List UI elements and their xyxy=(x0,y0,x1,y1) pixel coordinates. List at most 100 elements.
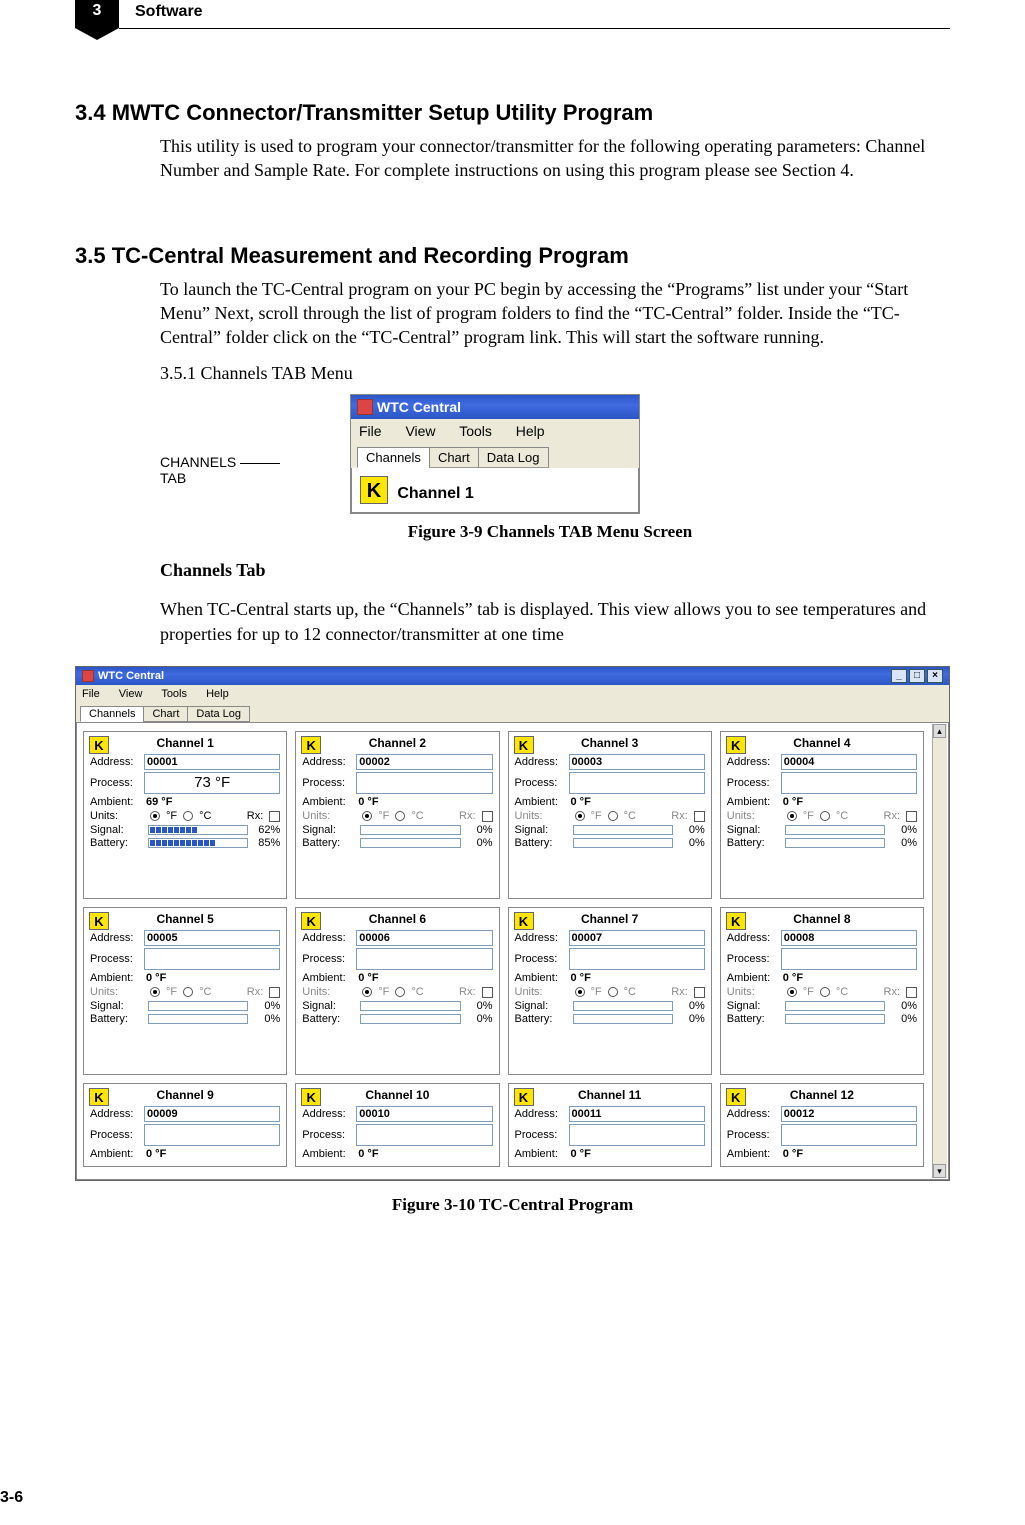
radio-degc[interactable] xyxy=(395,811,405,821)
minimize-button[interactable]: _ xyxy=(891,669,907,683)
page-number: 3-6 xyxy=(0,1489,23,1507)
signal-bar xyxy=(785,1001,885,1011)
radio-degc[interactable] xyxy=(820,987,830,997)
section-3-5-body: To launch the TC-Central program on your… xyxy=(160,277,940,350)
signal-label: Signal: xyxy=(302,824,356,836)
tab-datalog[interactable]: Data Log xyxy=(478,447,549,468)
tab-channels[interactable]: Channels xyxy=(357,447,430,468)
battery-bar xyxy=(360,838,460,848)
signal-pct: 0% xyxy=(252,1000,280,1012)
battery-bar xyxy=(573,838,673,848)
address-label: Address: xyxy=(90,1108,144,1120)
radio-degc[interactable] xyxy=(820,811,830,821)
channel-card: KChannel 8Address:00008Process:Ambient:0… xyxy=(720,907,924,1075)
radio-degf[interactable] xyxy=(150,987,160,997)
figure-3-10-caption: Figure 3-10 TC-Central Program xyxy=(75,1195,950,1215)
maximize-button[interactable]: □ xyxy=(909,669,925,683)
ambient-value: 0 °F xyxy=(358,796,378,808)
tab-chart[interactable]: Chart xyxy=(429,447,479,468)
rx-checkbox[interactable] xyxy=(906,987,917,998)
address-label: Address: xyxy=(302,756,356,768)
channel-name: Channel 12 xyxy=(790,1088,854,1102)
close-button[interactable]: × xyxy=(927,669,943,683)
degc-label: °C xyxy=(411,810,423,822)
callout-line1: CHANNELS xyxy=(160,454,236,470)
thermocouple-type-icon: K xyxy=(301,912,321,930)
tab-datalog[interactable]: Data Log xyxy=(187,706,250,722)
menu-file[interactable]: File xyxy=(359,423,382,439)
rx-checkbox[interactable] xyxy=(906,811,917,822)
signal-bar xyxy=(148,1001,248,1011)
channel-card: KChannel 4Address:00004Process:Ambient:0… xyxy=(720,731,924,899)
radio-degf[interactable] xyxy=(575,811,585,821)
ambient-value: 0 °F xyxy=(358,1148,378,1160)
channel-name: Channel 10 xyxy=(365,1088,429,1102)
menu-tools[interactable]: Tools xyxy=(161,688,187,700)
radio-degf[interactable] xyxy=(787,987,797,997)
degc-label: °C xyxy=(199,810,211,822)
process-value xyxy=(781,772,917,794)
radio-degc[interactable] xyxy=(183,811,193,821)
menu-tools[interactable]: Tools xyxy=(459,423,492,439)
radio-degc[interactable] xyxy=(183,987,193,997)
ambient-label: Ambient: xyxy=(90,796,144,808)
thermocouple-type-icon: K xyxy=(514,912,534,930)
address-value: 00001 xyxy=(144,754,280,770)
thermocouple-type-icon: K xyxy=(360,476,388,504)
header-rule xyxy=(119,28,950,29)
address-label: Address: xyxy=(727,1108,781,1120)
tab-chart[interactable]: Chart xyxy=(143,706,188,722)
ambient-label: Ambient: xyxy=(515,972,569,984)
degc-label: °C xyxy=(624,810,636,822)
ambient-label: Ambient: xyxy=(727,1148,781,1160)
radio-degf[interactable] xyxy=(150,811,160,821)
channels-grid: ▴ ▾ KChannel 1Address:00001Process:73 °F… xyxy=(76,722,949,1180)
menu-view[interactable]: View xyxy=(119,688,143,700)
radio-degc[interactable] xyxy=(608,811,618,821)
radio-degf[interactable] xyxy=(362,811,372,821)
degf-label: °F xyxy=(378,810,389,822)
process-value xyxy=(569,1124,705,1146)
section-3-5-heading: 3.5 TC-Central Measurement and Recording… xyxy=(75,243,950,269)
units-label: Units: xyxy=(90,986,144,998)
scrollbar[interactable]: ▴ ▾ xyxy=(932,724,947,1178)
thermocouple-type-icon: K xyxy=(726,912,746,930)
channel-name: Channel 9 xyxy=(156,1088,213,1102)
tab-channels[interactable]: Channels xyxy=(80,706,144,722)
degc-label: °C xyxy=(199,986,211,998)
units-label: Units: xyxy=(90,810,144,822)
ambient-value: 0 °F xyxy=(571,972,591,984)
radio-degf[interactable] xyxy=(362,987,372,997)
rx-checkbox[interactable] xyxy=(269,987,280,998)
channel-name: Channel 1 xyxy=(397,485,473,502)
signal-bar xyxy=(573,825,673,835)
radio-degf[interactable] xyxy=(575,987,585,997)
radio-degc[interactable] xyxy=(608,987,618,997)
address-label: Address: xyxy=(90,756,144,768)
scroll-up-icon[interactable]: ▴ xyxy=(933,724,946,738)
menu-help[interactable]: Help xyxy=(206,688,229,700)
channel-name: Channel 7 xyxy=(581,912,638,926)
rx-checkbox[interactable] xyxy=(482,987,493,998)
rx-checkbox[interactable] xyxy=(482,811,493,822)
units-label: Units: xyxy=(302,986,356,998)
ambient-value: 0 °F xyxy=(783,796,803,808)
rx-checkbox[interactable] xyxy=(269,811,280,822)
rx-checkbox[interactable] xyxy=(694,987,705,998)
process-label: Process: xyxy=(90,1129,144,1141)
menu-help[interactable]: Help xyxy=(516,423,545,439)
radio-degf[interactable] xyxy=(787,811,797,821)
address-value: 00005 xyxy=(144,930,280,946)
rx-checkbox[interactable] xyxy=(694,811,705,822)
scroll-down-icon[interactable]: ▾ xyxy=(933,1164,946,1178)
menu-view[interactable]: View xyxy=(405,423,435,439)
signal-pct: 62% xyxy=(252,824,280,836)
radio-degc[interactable] xyxy=(395,987,405,997)
menu-file[interactable]: File xyxy=(82,688,100,700)
process-value xyxy=(144,948,280,970)
battery-label: Battery: xyxy=(302,1013,356,1025)
address-value: 00009 xyxy=(144,1106,280,1122)
address-label: Address: xyxy=(515,756,569,768)
battery-label: Battery: xyxy=(727,1013,781,1025)
section-3-4-heading: 3.4 MWTC Connector/Transmitter Setup Uti… xyxy=(75,100,950,126)
